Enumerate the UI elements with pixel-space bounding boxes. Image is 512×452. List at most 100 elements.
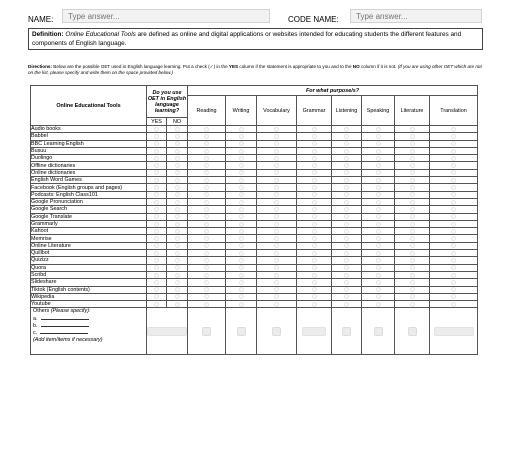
literature-radio[interactable] <box>409 287 415 293</box>
speaking-radio[interactable] <box>375 155 381 161</box>
yes-radio[interactable] <box>154 133 159 139</box>
literature-radio[interactable] <box>409 250 415 256</box>
translation-radio[interactable] <box>451 228 456 234</box>
no-radio[interactable] <box>174 148 180 154</box>
speaking-radio[interactable] <box>375 177 381 183</box>
vocabulary-radio[interactable] <box>274 236 279 242</box>
code-name-input[interactable] <box>350 9 482 23</box>
reading-radio[interactable] <box>204 148 209 154</box>
no-radio[interactable] <box>174 155 180 161</box>
speaking-radio[interactable] <box>375 228 381 234</box>
writing-radio[interactable] <box>238 155 244 161</box>
translation-radio[interactable] <box>451 265 456 271</box>
yes-radio[interactable] <box>154 177 159 183</box>
vocabulary-radio[interactable] <box>274 199 279 205</box>
speaking-radio[interactable] <box>375 126 381 132</box>
listening-radio[interactable] <box>344 126 349 132</box>
literature-radio[interactable] <box>409 279 415 285</box>
no-radio[interactable] <box>174 185 180 191</box>
writing-radio[interactable] <box>238 301 244 307</box>
yes-radio[interactable] <box>154 294 159 300</box>
others-a-line[interactable] <box>40 315 89 320</box>
no-radio[interactable] <box>174 243 180 249</box>
no-radio[interactable] <box>174 141 180 147</box>
literature-radio[interactable] <box>409 243 415 249</box>
yes-radio[interactable] <box>154 214 159 220</box>
listening-radio[interactable] <box>344 133 349 139</box>
vocabulary-radio[interactable] <box>274 287 279 293</box>
reading-radio[interactable] <box>204 133 209 139</box>
literature-radio[interactable] <box>409 236 415 242</box>
no-radio[interactable] <box>174 301 180 307</box>
grammar-radio[interactable] <box>311 236 317 242</box>
no-radio[interactable] <box>174 199 180 205</box>
vocabulary-radio[interactable] <box>274 272 279 278</box>
yes-radio[interactable] <box>154 243 159 249</box>
others-literature-checkbox[interactable] <box>407 326 417 336</box>
listening-radio[interactable] <box>344 301 349 307</box>
grammar-radio[interactable] <box>311 250 317 256</box>
no-radio[interactable] <box>174 214 180 220</box>
writing-radio[interactable] <box>238 279 244 285</box>
yes-radio[interactable] <box>154 287 159 293</box>
listening-radio[interactable] <box>344 287 349 293</box>
no-radio[interactable] <box>174 163 180 169</box>
listening-radio[interactable] <box>344 279 349 285</box>
writing-radio[interactable] <box>238 221 244 227</box>
vocabulary-radio[interactable] <box>274 163 279 169</box>
reading-radio[interactable] <box>204 126 209 132</box>
writing-radio[interactable] <box>238 170 244 176</box>
speaking-radio[interactable] <box>375 199 381 205</box>
yes-radio[interactable] <box>154 301 159 307</box>
translation-radio[interactable] <box>451 199 456 205</box>
vocabulary-radio[interactable] <box>274 301 279 307</box>
listening-radio[interactable] <box>344 257 349 263</box>
listening-radio[interactable] <box>344 192 349 198</box>
grammar-radio[interactable] <box>311 294 317 300</box>
writing-radio[interactable] <box>238 148 244 154</box>
grammar-radio[interactable] <box>311 177 317 183</box>
listening-radio[interactable] <box>344 177 349 183</box>
yes-radio[interactable] <box>154 185 159 191</box>
vocabulary-radio[interactable] <box>274 155 279 161</box>
translation-radio[interactable] <box>451 221 456 227</box>
speaking-radio[interactable] <box>375 185 381 191</box>
writing-radio[interactable] <box>238 192 244 198</box>
others-use-field[interactable] <box>147 326 187 336</box>
literature-radio[interactable] <box>409 221 415 227</box>
reading-radio[interactable] <box>204 272 209 278</box>
listening-radio[interactable] <box>344 155 349 161</box>
translation-radio[interactable] <box>451 279 456 285</box>
translation-radio[interactable] <box>451 148 456 154</box>
reading-radio[interactable] <box>204 236 209 242</box>
no-radio[interactable] <box>174 192 180 198</box>
speaking-radio[interactable] <box>375 214 381 220</box>
literature-radio[interactable] <box>409 133 415 139</box>
no-radio[interactable] <box>174 170 180 176</box>
speaking-radio[interactable] <box>375 148 381 154</box>
yes-radio[interactable] <box>154 236 159 242</box>
grammar-radio[interactable] <box>311 163 317 169</box>
writing-radio[interactable] <box>238 126 244 132</box>
reading-radio[interactable] <box>204 250 209 256</box>
translation-radio[interactable] <box>451 294 456 300</box>
vocabulary-radio[interactable] <box>274 243 279 249</box>
literature-radio[interactable] <box>409 148 415 154</box>
speaking-radio[interactable] <box>375 287 381 293</box>
grammar-radio[interactable] <box>311 192 317 198</box>
literature-radio[interactable] <box>409 199 415 205</box>
yes-radio[interactable] <box>154 228 159 234</box>
listening-radio[interactable] <box>344 236 349 242</box>
writing-radio[interactable] <box>238 287 244 293</box>
vocabulary-radio[interactable] <box>274 177 279 183</box>
speaking-radio[interactable] <box>375 243 381 249</box>
literature-radio[interactable] <box>409 141 415 147</box>
vocabulary-radio[interactable] <box>274 250 279 256</box>
yes-radio[interactable] <box>154 221 159 227</box>
grammar-radio[interactable] <box>311 279 317 285</box>
speaking-radio[interactable] <box>375 279 381 285</box>
writing-radio[interactable] <box>238 185 244 191</box>
listening-radio[interactable] <box>344 294 349 300</box>
speaking-radio[interactable] <box>375 192 381 198</box>
no-radio[interactable] <box>174 250 180 256</box>
